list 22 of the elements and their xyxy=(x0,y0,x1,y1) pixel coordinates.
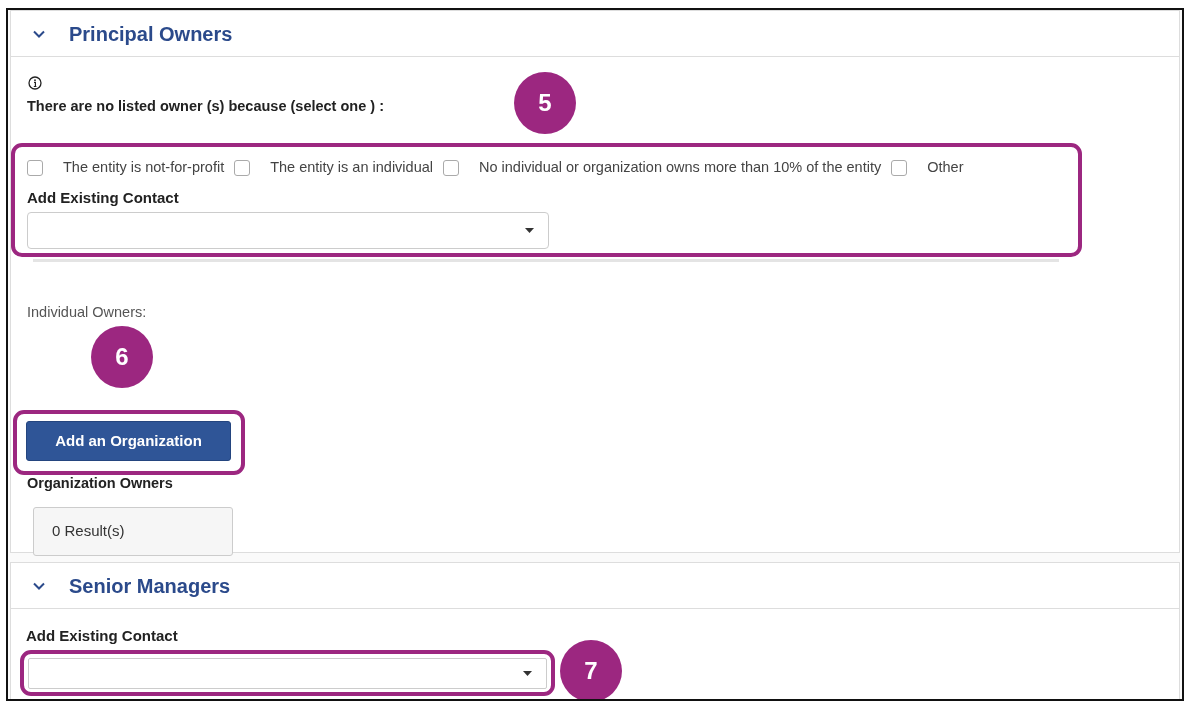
section-label: Organization Owners xyxy=(26,475,174,491)
add-organization-button[interactable]: Add an Organization xyxy=(26,421,231,461)
checkbox[interactable] xyxy=(443,160,459,177)
results-count: 0 Result(s) xyxy=(33,507,233,556)
prompt-text: There are no listed owner (s) because (select one ) : xyxy=(27,97,384,114)
option-label: The entity is an individual xyxy=(270,158,433,178)
checkbox[interactable] xyxy=(27,160,43,177)
section-title: Principal Owners xyxy=(69,21,233,47)
field-label: Add Existing Contact xyxy=(27,188,180,208)
contact-dropdown[interactable] xyxy=(27,211,549,249)
option-label: No individual or organization owns more than 10% of the entity xyxy=(479,158,882,178)
field-label: Add Existing Contact xyxy=(26,626,179,646)
section-label: Individual Owners: xyxy=(26,303,148,323)
caret-icon xyxy=(523,670,532,676)
checkbox[interactable] xyxy=(891,160,908,177)
contact-dropdown[interactable] xyxy=(28,657,547,689)
caret-icon xyxy=(525,227,534,233)
info-icon xyxy=(28,76,42,91)
option-label: Other xyxy=(927,158,964,178)
option-label: The entity is not-for-profit xyxy=(63,158,225,178)
section-title: Senior Managers xyxy=(69,573,231,599)
checkbox[interactable] xyxy=(234,160,251,177)
